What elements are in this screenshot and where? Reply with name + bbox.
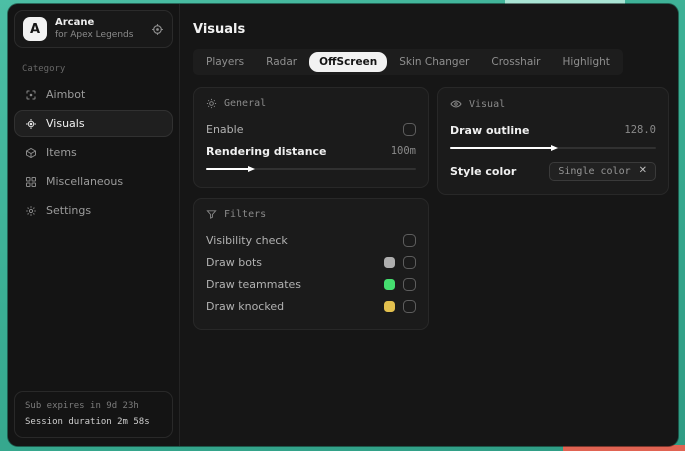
draw-outline-row: Draw outline 128.0 xyxy=(450,119,656,141)
eye-icon xyxy=(450,98,462,110)
session-duration-text: Session duration 2m 58s xyxy=(25,416,150,427)
app-name-block: Arcane for Apex Legends xyxy=(55,17,133,41)
sidebar-nav: Aimbot Visuals Items Miscellaneous Setti… xyxy=(14,81,173,224)
tab-radar[interactable]: Radar xyxy=(256,52,307,72)
draw-outline-slider[interactable] xyxy=(450,142,656,154)
tab-crosshair[interactable]: Crosshair xyxy=(481,52,550,72)
draw-outline-value: 128.0 xyxy=(624,124,656,136)
slider-thumb-arrow-icon[interactable] xyxy=(248,165,256,172)
sidebar: A Arcane for Apex Legends Category Aimbo… xyxy=(8,4,180,446)
cube-icon xyxy=(25,147,37,159)
rendering-distance-value: 100m xyxy=(390,145,416,157)
gear-icon xyxy=(25,205,37,217)
draw-knocked-checkbox[interactable] xyxy=(403,299,416,313)
app-subtitle: for Apex Legends xyxy=(55,29,134,40)
style-color-select[interactable]: Single color ✕ xyxy=(549,161,656,181)
tab-skin-changer[interactable]: Skin Changer xyxy=(389,52,479,72)
visibility-check-checkbox[interactable] xyxy=(403,233,416,247)
main-area: Visuals Players Radar OffScreen Skin Cha… xyxy=(180,4,678,446)
slider-fill xyxy=(450,144,558,151)
filters-panel-header: Filters xyxy=(206,209,416,220)
tab-highlight[interactable]: Highlight xyxy=(553,52,620,72)
draw-teammates-row: Draw teammates xyxy=(206,273,416,295)
draw-knocked-row: Draw knocked xyxy=(206,295,416,317)
sidebar-item-items[interactable]: Items xyxy=(14,139,173,166)
sidebar-item-label: Aimbot xyxy=(46,88,86,101)
enable-checkbox[interactable] xyxy=(403,122,416,136)
general-panel-header: General xyxy=(206,98,416,109)
crosshair-icon xyxy=(25,89,37,101)
sidebar-item-label: Visuals xyxy=(46,117,85,130)
visuals-tabbar: Players Radar OffScreen Skin Changer Cro… xyxy=(193,49,623,75)
right-column: Visual Draw outline 128.0 Style color Si… xyxy=(437,87,669,195)
eye-scan-icon xyxy=(25,118,37,130)
draw-teammates-color-swatch[interactable] xyxy=(384,278,395,290)
enable-row: Enable xyxy=(206,118,416,140)
visibility-check-row: Visibility check xyxy=(206,229,416,251)
filters-panel-title: Filters xyxy=(224,209,267,220)
slider-thumb-arrow-icon[interactable] xyxy=(551,144,558,151)
category-label: Category xyxy=(22,64,66,74)
draw-knocked-label: Draw knocked xyxy=(206,299,285,313)
draw-teammates-label: Draw teammates xyxy=(206,277,302,291)
visual-panel-title: Visual xyxy=(469,98,506,110)
subscription-info-card: Sub expires in 9d 23h Session duration 2… xyxy=(14,391,173,438)
rendering-distance-slider[interactable] xyxy=(206,163,416,175)
sidebar-item-label: Items xyxy=(46,146,77,159)
style-color-row: Style color Single color ✕ xyxy=(450,160,656,182)
draw-knocked-color-swatch[interactable] xyxy=(384,300,395,312)
tab-players[interactable]: Players xyxy=(196,52,254,72)
style-color-label: Style color xyxy=(450,164,517,178)
sidebar-item-label: Miscellaneous xyxy=(46,175,124,188)
sun-icon xyxy=(206,98,217,109)
visibility-check-label: Visibility check xyxy=(206,233,288,247)
rendering-distance-label: Rendering distance xyxy=(206,144,327,158)
app-logo: A xyxy=(23,17,47,41)
target-icon[interactable] xyxy=(151,23,164,36)
general-panel: General Enable Rendering distance 100m xyxy=(193,87,429,188)
funnel-icon xyxy=(206,209,217,220)
grid-icon xyxy=(25,176,37,188)
left-column: General Enable Rendering distance 100m F… xyxy=(193,87,429,330)
sidebar-item-settings[interactable]: Settings xyxy=(14,197,173,224)
sidebar-item-aimbot[interactable]: Aimbot xyxy=(14,81,173,108)
sidebar-item-miscellaneous[interactable]: Miscellaneous xyxy=(14,168,173,195)
enable-label: Enable xyxy=(206,122,244,136)
rendering-distance-row: Rendering distance 100m xyxy=(206,140,416,162)
draw-teammates-checkbox[interactable] xyxy=(403,277,416,291)
draw-bots-row: Draw bots xyxy=(206,251,416,273)
slider-fill xyxy=(206,165,256,172)
visual-panel: Visual Draw outline 128.0 Style color Si… xyxy=(437,87,669,195)
app-name: Arcane xyxy=(55,17,95,29)
general-panel-title: General xyxy=(224,98,267,109)
filters-panel: Filters Visibility check Draw bots Draw … xyxy=(193,198,429,330)
close-icon[interactable]: ✕ xyxy=(639,166,647,176)
page-title: Visuals xyxy=(193,22,246,37)
tab-offscreen[interactable]: OffScreen xyxy=(309,52,388,72)
content-columns: General Enable Rendering distance 100m F… xyxy=(193,87,669,330)
visual-panel-header: Visual xyxy=(450,98,656,110)
draw-bots-color-swatch[interactable] xyxy=(384,256,395,268)
sub-expires-text: Sub expires in 9d 23h xyxy=(25,401,139,412)
sidebar-item-visuals[interactable]: Visuals xyxy=(14,110,173,137)
draw-outline-label: Draw outline xyxy=(450,123,530,137)
draw-bots-label: Draw bots xyxy=(206,255,262,269)
app-window: A Arcane for Apex Legends Category Aimbo… xyxy=(8,4,678,446)
app-header-card: A Arcane for Apex Legends xyxy=(14,10,173,48)
style-color-value: Single color xyxy=(558,165,631,177)
sidebar-item-label: Settings xyxy=(46,204,92,217)
draw-bots-checkbox[interactable] xyxy=(403,255,416,269)
